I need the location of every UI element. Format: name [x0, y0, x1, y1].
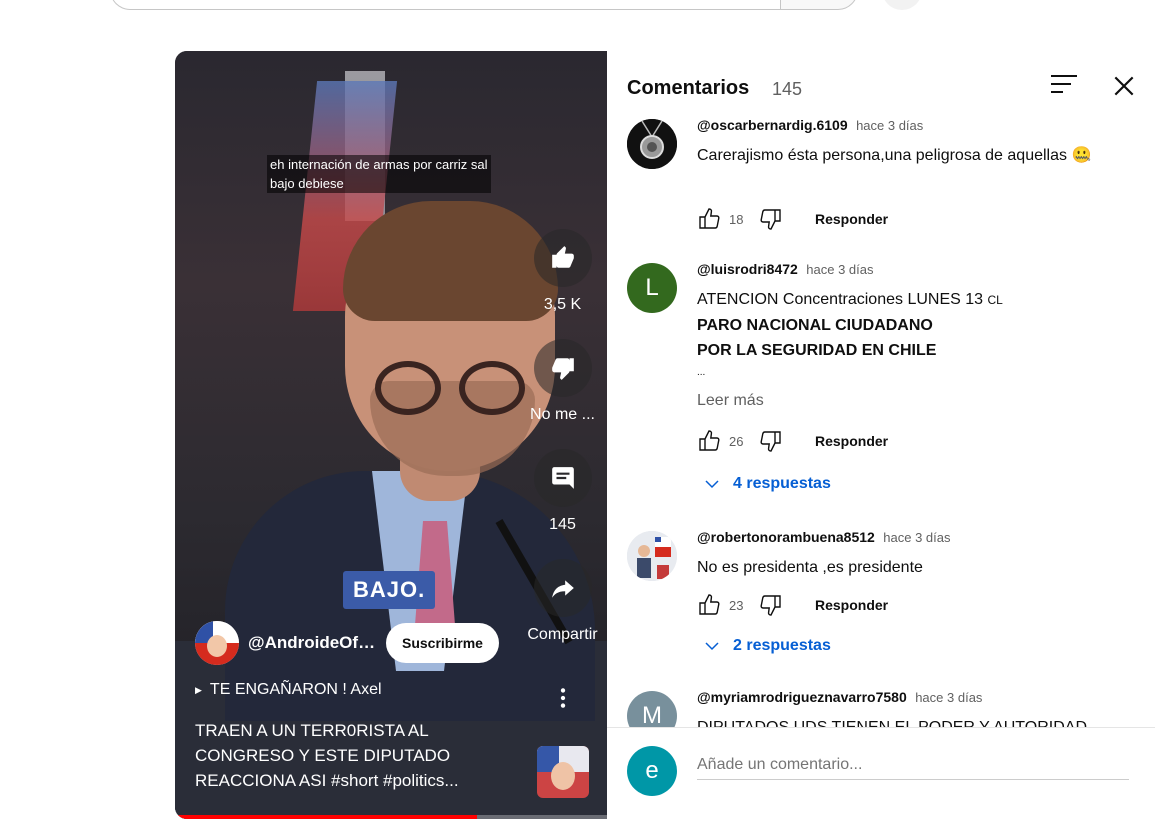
- comment-line: ATENCION Concentraciones LUNES 13: [697, 291, 988, 308]
- channel-row: @AndroideOfficial Suscribirme: [195, 621, 499, 665]
- comment-line: PARO NACIONAL CIUDADANO: [697, 317, 933, 334]
- voice-search-button[interactable]: [882, 0, 922, 10]
- thumbs-down-outline-icon[interactable]: [759, 429, 783, 453]
- more-options-button[interactable]: [534, 669, 592, 727]
- comment-text: No es presidenta ,es presidente: [697, 559, 923, 576]
- comment-meta: @luisrodri8472 hace 3 días: [697, 261, 873, 279]
- channel-name[interactable]: @AndroideOfficial: [248, 633, 378, 653]
- sort-icon[interactable]: [1051, 75, 1077, 97]
- like-count: 3,5 K: [543, 296, 582, 313]
- playlist-arrow-icon: ▶: [195, 684, 202, 695]
- comment-time[interactable]: hace 3 días: [856, 118, 923, 133]
- closed-captions: eh internación de armas por carriz sal b…: [267, 155, 491, 193]
- thumbs-down-outline-icon[interactable]: [759, 207, 783, 231]
- add-comment-box: e: [607, 728, 1155, 819]
- video-text-overlay: BAJO.: [343, 571, 436, 609]
- thumbs-up-outline-icon[interactable]: [697, 593, 721, 617]
- thumbs-up-outline-icon[interactable]: [697, 207, 721, 231]
- comment-meta: @myriamrodrigueznavarro7580 hace 3 días: [697, 689, 982, 707]
- channel-avatar[interactable]: [195, 621, 239, 665]
- like-button[interactable]: [534, 229, 592, 287]
- subscribe-button[interactable]: Suscribirme: [386, 623, 499, 663]
- reply-button[interactable]: Responder: [815, 433, 888, 449]
- comment-ellipsis: ...: [697, 367, 706, 378]
- comments-title: Comentarios: [627, 77, 750, 99]
- masthead: [0, 0, 1155, 20]
- comment-author[interactable]: @luisrodri8472: [697, 261, 798, 277]
- comment-text: ATENCION Concentraciones LUNES 13 CL PAR…: [697, 287, 1117, 413]
- shorts-player[interactable]: eh internación de armas por carriz sal b…: [175, 51, 607, 819]
- share-icon: [552, 580, 574, 598]
- comment-text: Carerajismo ésta persona,una peligrosa d…: [697, 147, 1092, 164]
- comments-button[interactable]: [534, 449, 592, 507]
- comment-avatar[interactable]: L: [627, 263, 677, 313]
- replies-count: 2 respuestas: [733, 637, 831, 654]
- comment-like-count: 18: [729, 211, 744, 227]
- comments-panel: Comentarios 145 @oscarbernardig.6109 hac…: [607, 51, 1155, 819]
- view-replies-button[interactable]: 4 respuestas: [703, 475, 831, 493]
- reply-button[interactable]: Responder: [815, 211, 888, 227]
- video-progress-bar[interactable]: [175, 815, 607, 819]
- read-more-link[interactable]: Leer más: [697, 388, 1117, 413]
- comment-like-count: 23: [729, 597, 744, 613]
- share-label: Compartir: [527, 626, 598, 643]
- comment-time[interactable]: hace 3 días: [883, 530, 950, 545]
- pendant-avatar-image: [627, 119, 677, 169]
- thumbs-up-outline-icon[interactable]: [697, 429, 721, 453]
- comments-count: 145: [772, 79, 803, 99]
- person-flag-avatar-image: [627, 531, 677, 581]
- caption-line: bajo debiese: [270, 176, 344, 191]
- comment-meta: @robertonorambuena8512 hace 3 días: [697, 529, 950, 547]
- comment-meta: @oscarbernardig.6109 hace 3 días: [697, 117, 923, 135]
- chevron-down-icon: [705, 642, 719, 651]
- dislike-label: No me ...: [530, 406, 595, 423]
- comment-text: DIPUTADOS UDS TIENEN EL PODER Y AUTORIDA…: [697, 715, 1117, 727]
- sound-thumbnail[interactable]: [537, 746, 589, 798]
- comment-author[interactable]: @robertonorambuena8512: [697, 529, 875, 545]
- add-comment-input[interactable]: [697, 750, 1129, 780]
- share-button[interactable]: [534, 559, 592, 617]
- comment-count: 145: [549, 516, 576, 533]
- comment-line: POR LA SEGURIDAD EN CHILE: [697, 342, 937, 359]
- reply-button[interactable]: Responder: [815, 597, 888, 613]
- thumbs-down-icon: [552, 358, 574, 380]
- comment-like-count: 26: [729, 433, 744, 449]
- search-input[interactable]: [110, 0, 780, 10]
- comment-toolbar: 18 Responder: [697, 205, 888, 233]
- dislike-button[interactable]: [534, 339, 592, 397]
- comment-toolbar: 26 Responder: [697, 427, 888, 455]
- comment-icon: [552, 467, 574, 489]
- video-title[interactable]: TRAEN A UN TERR0RISTA AL CONGRESO Y ESTE…: [195, 718, 485, 793]
- close-icon[interactable]: [1111, 73, 1137, 99]
- comments-list: @oscarbernardig.6109 hace 3 días Careraj…: [607, 111, 1155, 727]
- comment-line-small: CL: [987, 293, 1003, 307]
- comment-toolbar: 23 Responder: [697, 591, 888, 619]
- action-bar: 3,5 K No me ... 145 Compartir: [520, 51, 605, 819]
- user-avatar: e: [627, 746, 677, 796]
- thumbs-up-icon: [552, 246, 574, 268]
- chevron-down-icon: [705, 480, 719, 489]
- caption-line: eh internación de armas por carriz sal: [270, 157, 488, 172]
- comment-avatar[interactable]: M: [627, 691, 677, 727]
- comment-author[interactable]: @myriamrodrigueznavarro7580: [697, 689, 907, 705]
- search-button[interactable]: [780, 0, 858, 10]
- comment-time[interactable]: hace 3 días: [806, 262, 873, 277]
- playlist-title: TE ENGAÑARON ! Axel: [209, 681, 382, 698]
- comment-time[interactable]: hace 3 días: [915, 690, 982, 705]
- view-replies-button[interactable]: 2 respuestas: [703, 637, 831, 655]
- comment-avatar[interactable]: [627, 119, 677, 169]
- replies-count: 4 respuestas: [733, 475, 831, 492]
- more-vert-icon: [560, 688, 566, 708]
- playlist-link[interactable]: ▶ TE ENGAÑARON ! Axel: [195, 681, 382, 699]
- comment-avatar[interactable]: [627, 531, 677, 581]
- comment-author[interactable]: @oscarbernardig.6109: [697, 117, 848, 133]
- thumbs-down-outline-icon[interactable]: [759, 593, 783, 617]
